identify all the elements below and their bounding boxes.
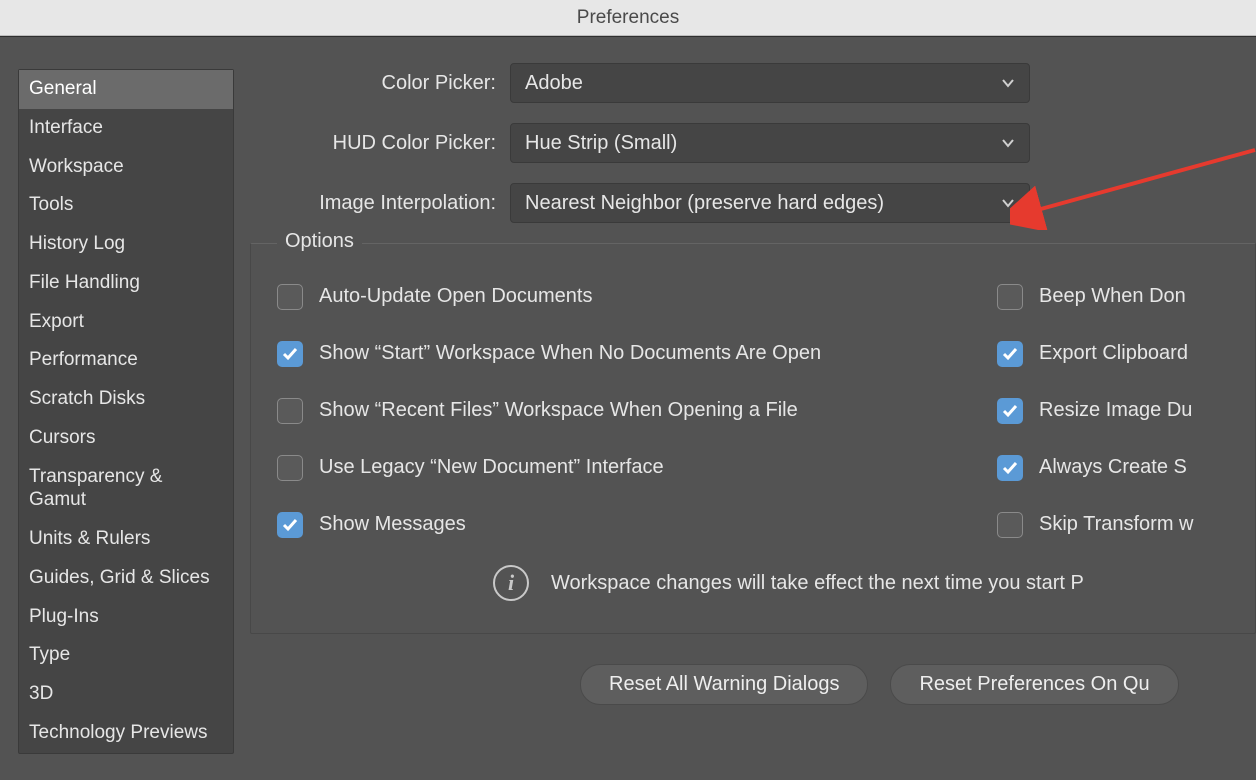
sidebar-item-units-rulers[interactable]: Units & Rulers [19, 520, 233, 559]
checkbox-label: Show “Start” Workspace When No Documents… [319, 342, 821, 365]
checkbox-icon[interactable] [997, 455, 1023, 481]
checkbox-label: Skip Transform w [1039, 513, 1193, 536]
options-group: Options Auto-Update Open Documents Show … [250, 243, 1256, 634]
sidebar-item-performance[interactable]: Performance [19, 341, 233, 380]
select-value: Adobe [525, 72, 583, 95]
checkbox-icon[interactable] [277, 455, 303, 481]
checkbox-icon[interactable] [277, 512, 303, 538]
select-value: Hue Strip (Small) [525, 132, 677, 155]
sidebar-item-interface[interactable]: Interface [19, 109, 233, 148]
select-image-interpolation[interactable]: Nearest Neighbor (preserve hard edges) [510, 183, 1030, 223]
chevron-down-icon [1001, 76, 1015, 90]
checkbox-label: Always Create S [1039, 456, 1187, 479]
checkbox-label: Beep When Don [1039, 285, 1186, 308]
checkbox-icon[interactable] [277, 398, 303, 424]
sidebar-item-type[interactable]: Type [19, 636, 233, 675]
checkbox-label: Show Messages [319, 513, 466, 536]
sidebar-item-tools[interactable]: Tools [19, 186, 233, 225]
checkbox-icon[interactable] [277, 284, 303, 310]
label-image-interpolation: Image Interpolation: [250, 192, 510, 215]
reset-warnings-button[interactable]: Reset All Warning Dialogs [580, 664, 868, 705]
row-color-picker: Color Picker: Adobe [250, 63, 1256, 103]
checkbox-label: Export Clipboard [1039, 342, 1188, 365]
checkbox-icon[interactable] [997, 398, 1023, 424]
sidebar-item-transparency-gamut[interactable]: Transparency & Gamut [19, 458, 233, 521]
sidebar-item-workspace[interactable]: Workspace [19, 148, 233, 187]
preferences-dialog: General Interface Workspace Tools Histor… [0, 36, 1256, 780]
label-hud-color-picker: HUD Color Picker: [250, 132, 510, 155]
row-image-interpolation: Image Interpolation: Nearest Neighbor (p… [250, 183, 1256, 223]
sidebar-item-guides-grid-slices[interactable]: Guides, Grid & Slices [19, 559, 233, 598]
reset-preferences-button[interactable]: Reset Preferences On Qu [890, 664, 1178, 705]
option-legacy-new-document[interactable]: Use Legacy “New Document” Interface [277, 439, 997, 496]
preferences-content: Color Picker: Adobe HUD Color Picker: Hu… [250, 63, 1256, 780]
options-column-right: Beep When Don Export Clipboard Resize Im… [997, 268, 1229, 553]
checkbox-label: Show “Recent Files” Workspace When Openi… [319, 399, 798, 422]
checkbox-label: Auto-Update Open Documents [319, 285, 593, 308]
checkbox-icon[interactable] [997, 284, 1023, 310]
option-always-create-smart[interactable]: Always Create S [997, 439, 1229, 496]
sidebar-item-export[interactable]: Export [19, 303, 233, 342]
checkbox-icon[interactable] [997, 512, 1023, 538]
option-show-start-workspace[interactable]: Show “Start” Workspace When No Documents… [277, 325, 997, 382]
sidebar-item-3d[interactable]: 3D [19, 675, 233, 714]
info-row: i Workspace changes will take effect the… [277, 565, 1229, 601]
sidebar-item-cursors[interactable]: Cursors [19, 419, 233, 458]
button-row: Reset All Warning Dialogs Reset Preferen… [250, 664, 1256, 705]
options-column-left: Auto-Update Open Documents Show “Start” … [277, 268, 997, 553]
option-show-recent-files[interactable]: Show “Recent Files” Workspace When Openi… [277, 382, 997, 439]
options-legend: Options [277, 230, 362, 253]
sidebar-item-general[interactable]: General [19, 70, 233, 109]
window-title: Preferences [577, 7, 679, 29]
select-color-picker[interactable]: Adobe [510, 63, 1030, 103]
sidebar-item-technology-previews[interactable]: Technology Previews [19, 714, 233, 753]
checkbox-icon[interactable] [277, 341, 303, 367]
row-hud-color-picker: HUD Color Picker: Hue Strip (Small) [250, 123, 1256, 163]
checkbox-label: Use Legacy “New Document” Interface [319, 456, 664, 479]
sidebar-item-history-log[interactable]: History Log [19, 225, 233, 264]
option-resize-image-during[interactable]: Resize Image Du [997, 382, 1229, 439]
option-skip-transform[interactable]: Skip Transform w [997, 496, 1229, 553]
chevron-down-icon [1001, 136, 1015, 150]
option-auto-update[interactable]: Auto-Update Open Documents [277, 268, 997, 325]
option-beep-when-done[interactable]: Beep When Don [997, 268, 1229, 325]
sidebar-item-plug-ins[interactable]: Plug-Ins [19, 598, 233, 637]
preferences-sidebar: General Interface Workspace Tools Histor… [18, 69, 234, 754]
checkbox-label: Resize Image Du [1039, 399, 1192, 422]
option-show-messages[interactable]: Show Messages [277, 496, 997, 553]
options-columns: Auto-Update Open Documents Show “Start” … [277, 268, 1229, 553]
chevron-down-icon [1001, 196, 1015, 210]
checkbox-icon[interactable] [997, 341, 1023, 367]
window-titlebar: Preferences [0, 0, 1256, 36]
sidebar-item-scratch-disks[interactable]: Scratch Disks [19, 380, 233, 419]
info-text: Workspace changes will take effect the n… [551, 572, 1084, 595]
info-icon: i [493, 565, 529, 601]
select-value: Nearest Neighbor (preserve hard edges) [525, 192, 884, 215]
option-export-clipboard[interactable]: Export Clipboard [997, 325, 1229, 382]
select-hud-color-picker[interactable]: Hue Strip (Small) [510, 123, 1030, 163]
sidebar-item-file-handling[interactable]: File Handling [19, 264, 233, 303]
label-color-picker: Color Picker: [250, 72, 510, 95]
